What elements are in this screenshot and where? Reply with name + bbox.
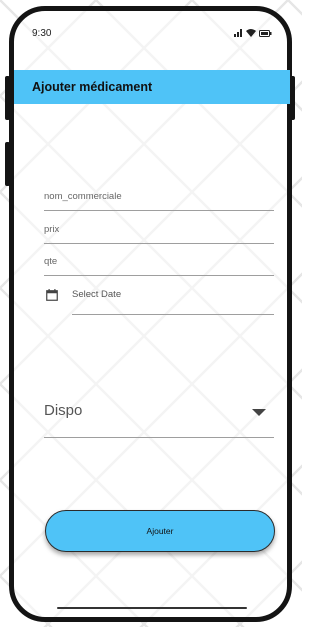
page-title: Ajouter médicament	[32, 80, 153, 94]
date-underline	[72, 314, 274, 315]
prix-field[interactable]: prix	[44, 212, 274, 244]
ajouter-button[interactable]: Ajouter	[45, 510, 275, 552]
nom-commerciale-placeholder: nom_commerciale	[44, 191, 122, 202]
qte-placeholder: qte	[44, 256, 58, 267]
status-icons	[234, 29, 272, 37]
volume-down-button	[5, 142, 10, 186]
status-bar: 9:30	[32, 26, 272, 40]
volume-up-button	[5, 76, 10, 120]
prix-placeholder: prix	[44, 224, 60, 235]
calendar-icon[interactable]	[46, 289, 58, 301]
home-indicator	[57, 607, 247, 609]
status-time: 9:30	[32, 27, 52, 39]
dropdown-arrow-icon[interactable]	[252, 409, 266, 416]
qte-field[interactable]: qte	[44, 246, 274, 276]
date-picker[interactable]: Select Date	[44, 285, 274, 315]
app-bar: Ajouter médicament	[14, 70, 290, 104]
nom-commerciale-field[interactable]: nom_commerciale	[44, 178, 274, 211]
signal-icon	[234, 29, 242, 37]
dispo-dropdown[interactable]: Dispo	[44, 395, 274, 438]
dropdown-selected-value: Dispo	[44, 402, 83, 419]
power-button	[290, 76, 295, 120]
battery-icon	[259, 29, 272, 37]
select-date-label[interactable]: Select Date	[72, 289, 121, 300]
wifi-icon	[246, 29, 256, 37]
